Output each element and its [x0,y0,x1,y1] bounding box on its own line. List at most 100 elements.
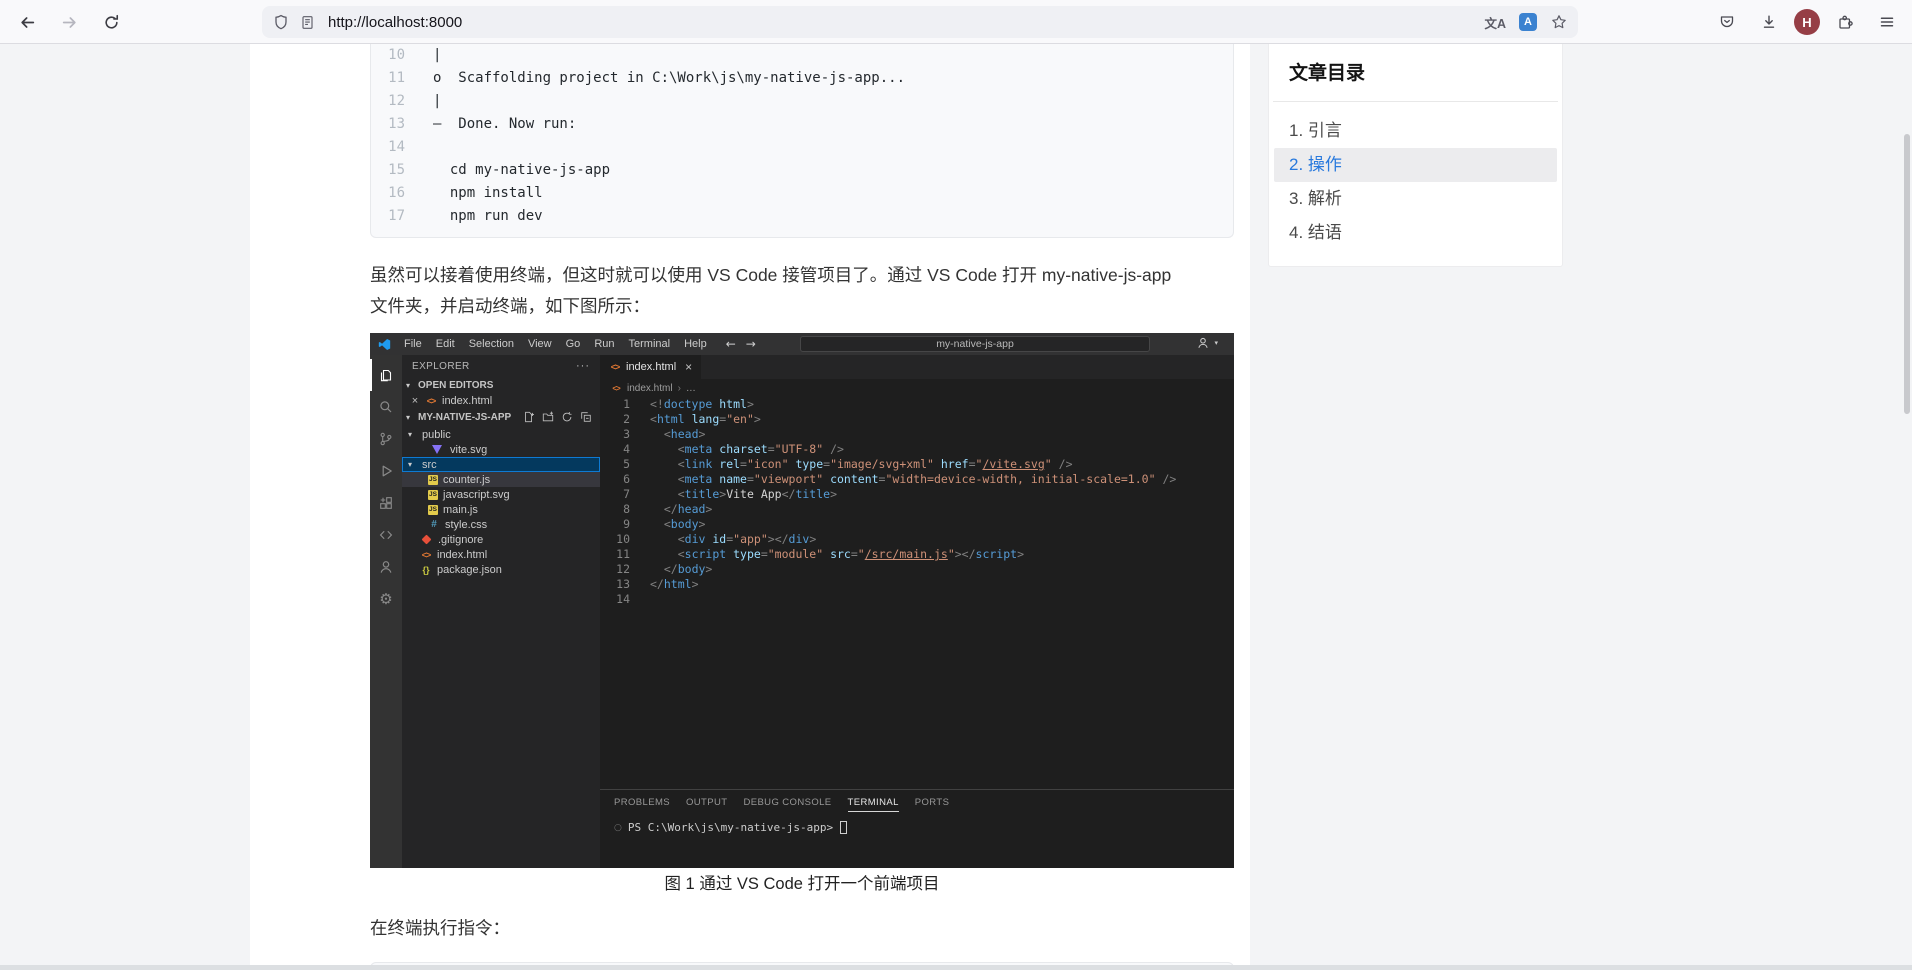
file-javascript.svg[interactable]: JSjavascript.svg [402,487,600,502]
paragraph-2: 在终端执行指令： [370,913,1190,944]
nav-button-group [10,5,128,39]
editor-forward-icon[interactable]: → [746,337,756,351]
menu-item-file[interactable]: File [397,338,429,350]
profile-avatar[interactable]: H [1794,9,1820,35]
bookmark-star-icon[interactable] [1550,13,1568,31]
terminal-prompt: PS C:\Work\js\my-native-js-app> [628,821,833,834]
terminal-prompt-line[interactable]: ○ PS C:\Work\js\my-native-js-app> [614,821,1234,834]
folder-public[interactable]: ▾public [402,427,600,442]
git-file-icon [422,535,432,545]
window-bottom-edge [0,965,1912,970]
file-style.css[interactable]: #style.css [402,517,600,532]
pocket-icon[interactable] [1710,5,1744,39]
vscode-account-icon[interactable] [1196,336,1210,350]
terminal-output-line: 12| [371,90,1233,113]
menu-item-go[interactable]: Go [559,338,588,350]
file-name: javascript.svg [443,489,510,501]
refresh-icon[interactable] [561,411,573,423]
file-name: package.json [437,564,502,576]
source-control-icon[interactable] [370,423,402,455]
line-number: 16 [371,182,405,205]
run-debug-icon[interactable] [370,455,402,487]
open-editor-item[interactable]: × <> index.html [402,393,600,409]
search-icon[interactable] [370,391,402,423]
page-info-icon[interactable] [298,13,316,31]
account-icon[interactable] [370,551,402,583]
code-line: 5 <link rel="icon" type="image/svg+xml" … [600,457,1234,472]
code-editor-content[interactable]: 1<!doctype html>2<html lang="en">3 <head… [600,397,1234,607]
code-line: 2<html lang="en"> [600,412,1234,427]
downloads-icon[interactable] [1752,5,1786,39]
shield-icon[interactable] [272,13,290,31]
tab-index-html[interactable]: <> index.html × [600,355,701,379]
open-editors-section-header[interactable]: ▾ OPEN EDITORS [402,377,600,393]
close-icon[interactable]: × [685,360,692,374]
panel-tab-terminal[interactable]: TERMINAL [848,797,899,812]
line-number: 11 [371,67,405,90]
forward-icon [61,14,78,31]
toc-item-2[interactable]: 2. 操作 [1274,148,1557,182]
scrollbar-thumb[interactable] [1904,134,1910,414]
code-line: 6 <meta name="viewport" content="width=d… [600,472,1234,487]
menu-item-run[interactable]: Run [587,338,621,350]
menu-item-view[interactable]: View [521,338,559,350]
line-number: 10 [600,532,630,547]
line-number: 10 [371,44,405,67]
code-line: 7 <title>Vite App</title> [600,487,1234,502]
vscode-editor: <> index.html × <> index.html › … 1<!doc… [600,355,1234,789]
menu-item-help[interactable]: Help [677,338,714,350]
menu-item-edit[interactable]: Edit [429,338,462,350]
vscode-search-value: my-native-js-app [936,338,1014,350]
back-button[interactable] [10,5,44,39]
menu-hamburger-icon[interactable] [1870,5,1904,39]
folder-src[interactable]: ▾src [402,457,600,472]
close-icon[interactable]: × [410,395,420,407]
forward-button[interactable] [52,5,86,39]
new-folder-icon[interactable] [542,411,554,423]
line-number: 13 [371,113,405,136]
files-icon[interactable] [370,359,402,391]
file-counter.js[interactable]: JScounter.js [402,472,600,487]
code-text: <body> [630,517,705,532]
breadcrumb[interactable]: <> index.html › … [600,379,1234,397]
explorer-more-icon[interactable]: ··· [576,360,590,372]
collapse-all-icon[interactable] [580,411,592,423]
settings-icon[interactable]: ⚙ [370,583,402,615]
line-number: 12 [371,90,405,113]
extensions-icon[interactable] [370,487,402,519]
html-file-icon: <> [609,361,621,373]
project-section-header[interactable]: ▾ MY-NATIVE-JS-APP [402,409,600,425]
reload-button[interactable] [94,5,128,39]
file-vite.svg[interactable]: vite.svg [402,442,600,457]
translate-extension-icon[interactable]: A [1519,13,1537,31]
url-bar[interactable]: http://localhost:8000 文A A [262,6,1578,38]
file-package.json[interactable]: {}package.json [402,562,600,577]
toc-item-1[interactable]: 1. 引言 [1274,114,1557,148]
toc-list: 1. 引言2. 操作3. 解析4. 结语 [1269,114,1562,250]
panel-tab-ports[interactable]: PORTS [915,797,950,812]
file-.gitignore[interactable]: .gitignore [402,532,600,547]
menu-item-selection[interactable]: Selection [462,338,521,350]
menu-item-terminal[interactable]: Terminal [622,338,678,350]
panel-tab-debug-console[interactable]: DEBUG CONSOLE [743,797,831,812]
panel-tab-problems[interactable]: PROBLEMS [614,797,670,812]
file-main.js[interactable]: JSmain.js [402,502,600,517]
panel-tab-output[interactable]: OUTPUT [686,797,727,812]
editor-back-icon[interactable]: ← [726,337,736,351]
terminal-output-line: 14 [371,136,1233,159]
code-text: <head> [630,427,705,442]
translate-icon[interactable]: 文A [1484,13,1506,32]
vite-file-icon [432,445,442,454]
remote-icon[interactable] [370,519,402,551]
extensions-puzzle-icon[interactable] [1828,5,1862,39]
new-file-icon[interactable] [523,411,535,423]
toc-item-4[interactable]: 4. 结语 [1274,216,1557,250]
code-line: 13</html> [600,577,1234,592]
file-index.html[interactable]: <>index.html [402,547,600,562]
editor-tab-bar: <> index.html × [600,355,1234,379]
code-text: <!doctype html> [630,397,754,412]
vscode-search-box[interactable]: my-native-js-app [800,336,1150,352]
vertical-scrollbar[interactable] [1902,44,1912,970]
toc-item-3[interactable]: 3. 解析 [1274,182,1557,216]
line-number: 9 [600,517,630,532]
